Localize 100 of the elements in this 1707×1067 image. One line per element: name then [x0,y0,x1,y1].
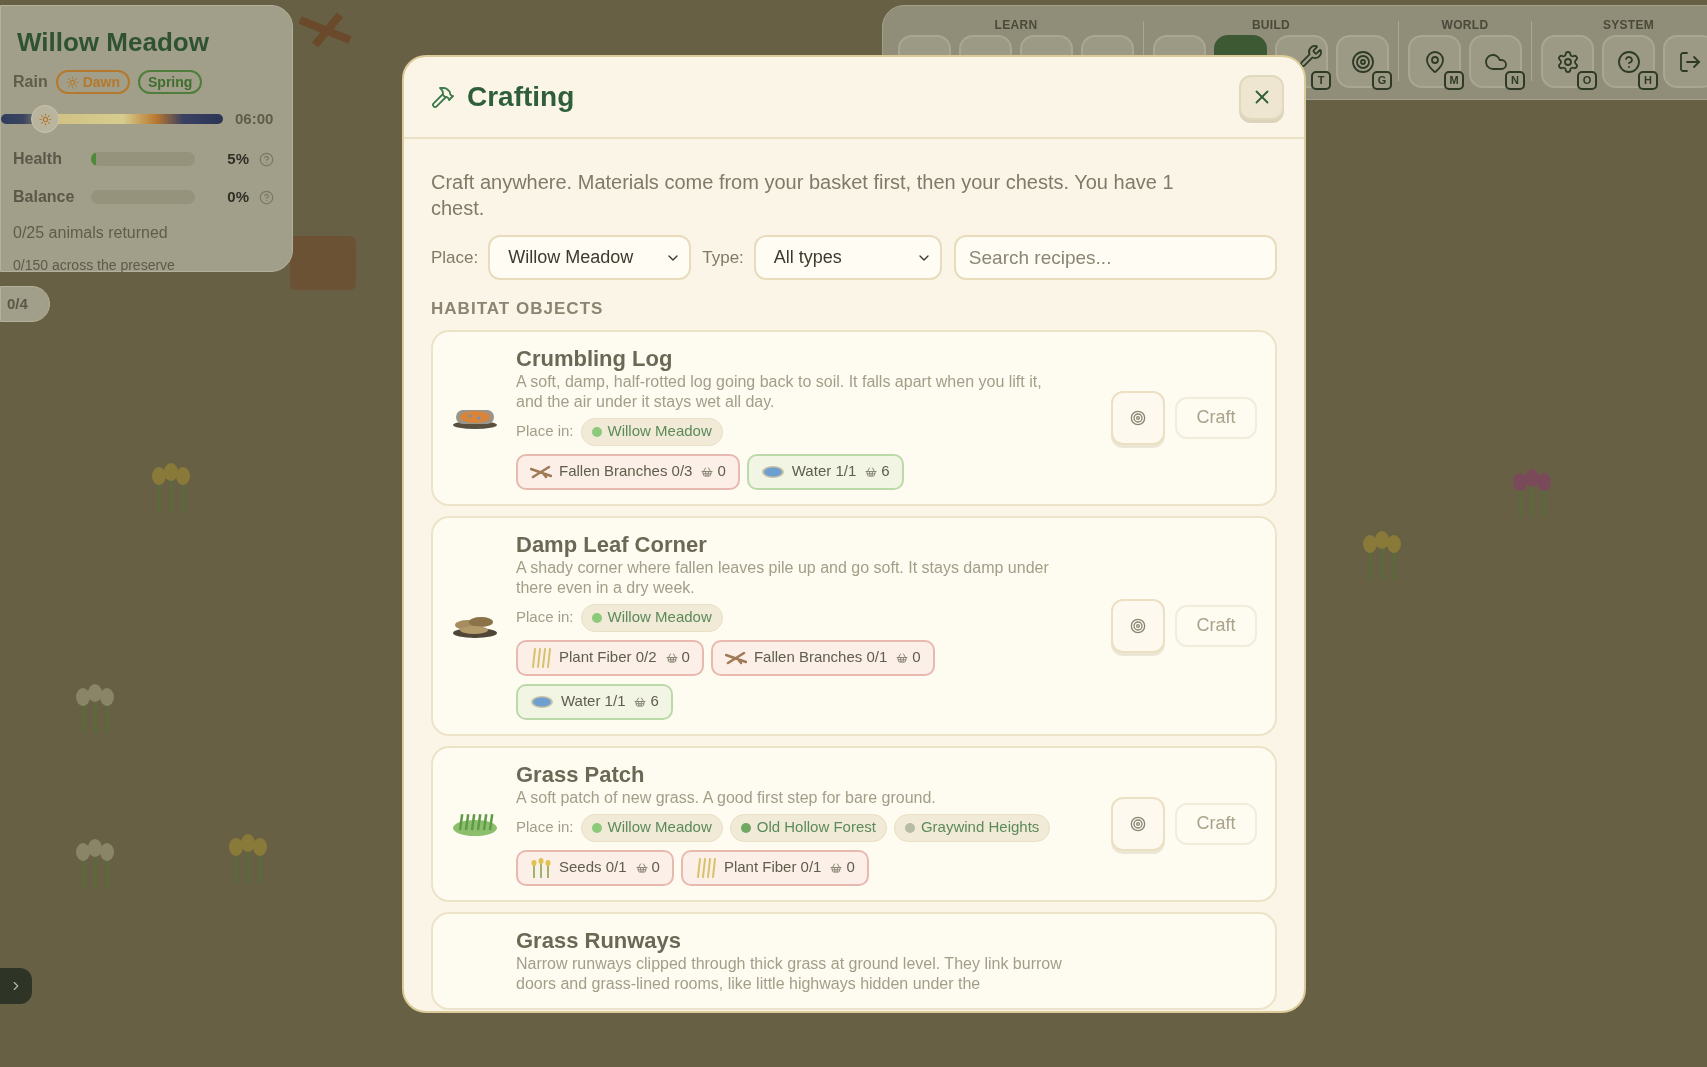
target-icon [1130,409,1146,426]
basket-count: 0 [651,857,660,878]
shortcut-key: M [1444,71,1464,90]
basket-count: 0 [846,857,855,878]
place-chip: Willow Meadow [580,417,723,446]
flower-drawing [229,834,267,883]
recipe-name: Crumbling Log [516,345,674,372]
recipe-description: A shady corner where fallen leaves pile up and go soft. It stays damp under there even in a dry week. [516,557,1050,598]
plant-fiber-icon [530,647,552,668]
branches-icon [724,650,747,665]
place-label: Place in: [516,421,574,442]
group-label: WORLD [1441,18,1489,32]
recipe-description: Narrow runways clipped through thick grass at ground level. They link burrow doors and grass-lined rooms, like little highways hidden under the [516,953,1063,994]
basket-icon [830,861,843,874]
stat-value: 5% [226,148,249,169]
tool-button[interactable]: O [1541,35,1594,88]
tool-button[interactable]: M [1408,35,1461,88]
basket-icon [701,465,714,478]
exit-icon [1677,49,1702,74]
basket-icon [635,861,648,874]
ingredient-label: Water 1/1 [791,461,857,482]
close-button[interactable] [1239,74,1284,120]
type-filter-label: Type: [702,246,744,269]
recipe-description: A soft patch of new grass. A good first step for bare ground. [516,787,937,808]
recipe-name: Damp Leaf Corner [516,531,708,558]
place-filter-label: Place: [431,246,479,269]
recipe-name: Grass Patch [516,761,646,788]
ingredient-label: Seeds 0/1 [559,857,627,878]
basket-count: 6 [650,691,659,712]
flower-drawing [152,463,190,512]
sun-icon [65,75,79,89]
basket-icon [634,695,647,708]
target-icon [1350,49,1375,74]
locate-button[interactable] [1111,796,1165,851]
clock-time: 06:00 [235,108,274,129]
tool-button[interactable]: H [1602,35,1655,88]
section-heading: HABITAT OBJECTS [431,298,605,320]
flower-drawing [76,684,114,733]
place-label: Place in: [516,817,574,838]
target-icon [1130,815,1146,832]
flower-drawing [1513,469,1551,518]
locate-button[interactable] [1111,598,1165,653]
settings-icon [1555,49,1580,74]
counter-pill: 0/4 [0,286,50,322]
basket-count: 0 [912,647,921,668]
locate-button[interactable] [1111,390,1165,445]
weather-label: Rain [13,72,48,92]
shortcut-key: N [1505,71,1525,90]
place-chip: Willow Meadow [580,603,723,632]
basket-icon [865,465,878,478]
time-badge: Dawn [55,70,130,94]
area-title: Willow Meadow [16,26,210,58]
shortcut-key: O [1577,71,1597,90]
stat-label: Balance [13,187,76,207]
help-icon[interactable] [259,189,274,205]
flower-drawing [76,839,114,888]
place-chip: Old Hollow Forest [729,813,887,842]
ingredient-label: Water 1/1 [561,691,626,712]
ingredient-label: Plant Fiber 0/1 [723,857,822,878]
tool-button[interactable]: N [1469,35,1522,88]
type-select[interactable]: All types [753,235,942,280]
slider-thumb[interactable] [31,105,60,133]
plant-fiber-icon [694,857,717,878]
basket-icon [896,651,909,664]
shortcut-key: T [1311,71,1331,90]
sticks-drawing [296,11,354,49]
tool-button[interactable]: G [1336,35,1389,88]
place-select[interactable]: Willow Meadow [488,235,692,280]
wrench-icon [1298,43,1323,68]
water-icon [530,694,554,709]
shortcut-key: G [1372,71,1392,90]
group-label: LEARN [994,18,1038,32]
recipe-description: A soft, damp, half-rotted log going back to soil. It falls apart when you lift it, and the air under it stays wet all day. [516,371,1043,412]
ingredient-label: Plant Fiber 0/2 [559,647,657,668]
place-label: Place in: [516,607,574,628]
basket-count: 0 [717,461,726,482]
branches-icon [530,464,552,479]
water-icon [760,464,785,479]
target-icon [1130,617,1146,634]
help-icon[interactable] [259,151,274,167]
preserve-count: 0/150 across the preserve [13,256,176,275]
hammer-icon [431,85,455,109]
expand-button[interactable] [0,968,32,1004]
shortcut-key: H [1638,71,1658,90]
group-label: SYSTEM [1602,18,1655,32]
basket-count: 0 [681,647,690,668]
search-field[interactable]: Search recipes... [953,235,1277,280]
tool-button[interactable] [1663,35,1707,88]
place-chip: Willow Meadow [580,813,723,842]
stat-value: 0% [226,186,249,207]
dialog-intro: Craft anywhere. Materials come from your basket first, then your chests. You have 1 chest. [431,170,1175,221]
animals-count: 0/25 animals returned [13,223,169,243]
recipe-name: Grass Runways [516,927,683,954]
time-slider[interactable] [1,105,223,133]
stat-label: Health [13,149,63,169]
flower-drawing [1363,531,1401,580]
seeds-icon [530,856,552,879]
basket-icon [665,651,678,664]
group-label: BUILD [1251,18,1291,32]
ingredient-label: Fallen Branches 0/1 [753,647,888,668]
